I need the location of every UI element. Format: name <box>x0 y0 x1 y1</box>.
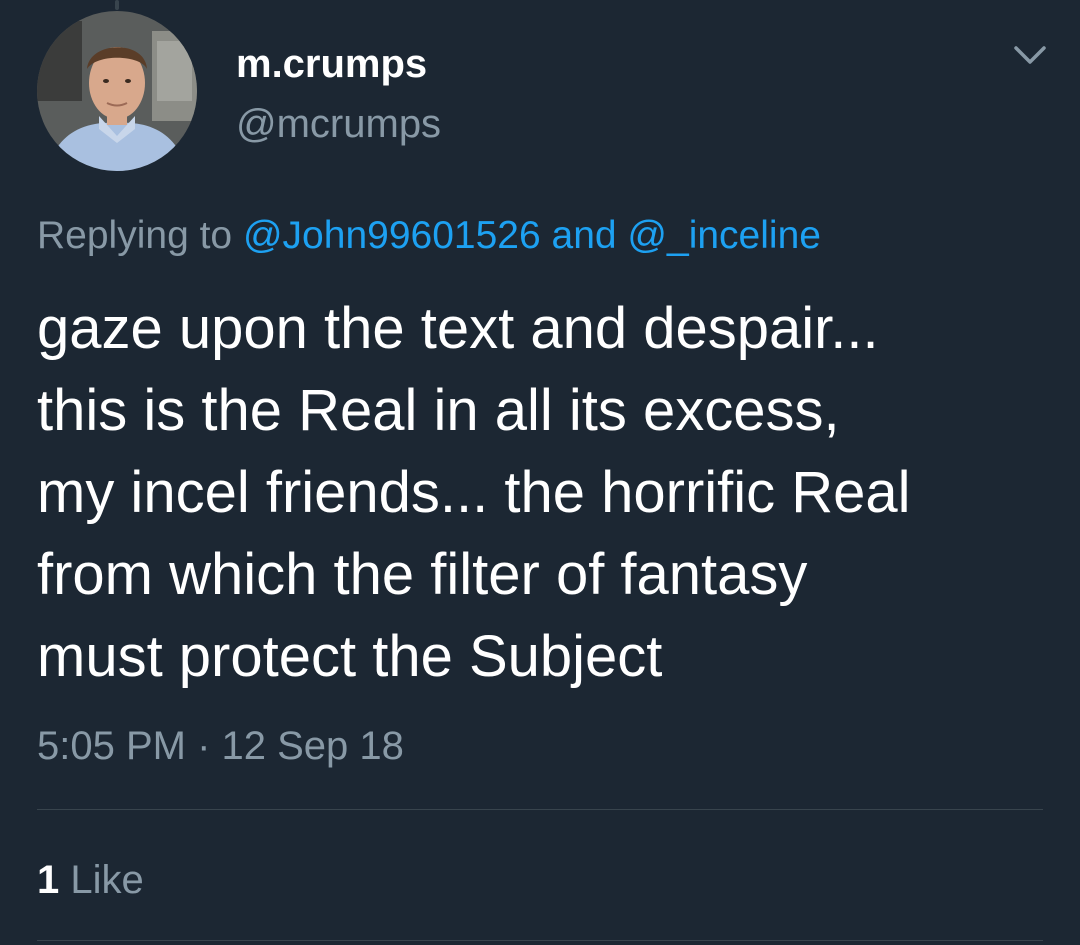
thread-connector-line <box>115 0 119 10</box>
tweet-text: gaze upon the text and despair... this i… <box>37 296 911 689</box>
avatar[interactable] <box>37 11 197 171</box>
replying-to: Replying to @John99601526 and @_inceline <box>37 212 821 260</box>
tweet-detail: m.crumps @mcrumps Replying to @John99601… <box>0 0 1080 945</box>
profile-photo-icon <box>37 11 197 171</box>
replying-to-label: Replying to <box>37 214 233 257</box>
divider <box>37 940 1043 941</box>
replying-to-conjunction: and <box>551 214 617 257</box>
likes-label: Like <box>70 858 144 902</box>
tweet-timestamp: 5:05 PM · 12 Sep 18 <box>37 724 404 768</box>
author-display-name[interactable]: m.crumps <box>236 40 427 88</box>
likes-count: 1 <box>37 858 60 902</box>
mention-link[interactable]: @_inceline <box>627 214 821 257</box>
author-handle[interactable]: @mcrumps <box>236 100 441 148</box>
divider <box>37 809 1043 810</box>
mention-link[interactable]: @John99601526 <box>243 214 541 257</box>
chevron-down-icon[interactable] <box>1010 40 1050 70</box>
likes-stat[interactable]: 1 Like <box>37 856 144 904</box>
